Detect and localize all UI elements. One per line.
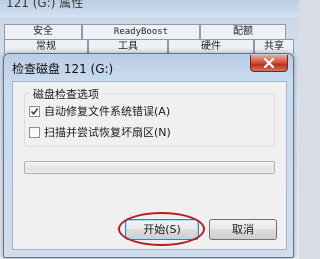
progress-bar	[24, 161, 275, 174]
group-title: 磁盘检查选项	[30, 86, 102, 102]
auto-fix-option[interactable]: 自动修复文件系统错误(A)	[29, 104, 170, 118]
dialog-title: 检查磁盘 121 (G:)	[12, 62, 114, 76]
scan-bad-sectors-checkbox[interactable]	[29, 126, 40, 138]
close-icon	[263, 58, 275, 68]
tab-hardware[interactable]: 硬件	[168, 39, 254, 54]
scan-bad-sectors-option[interactable]: 扫描并尝试恢复坏扇区(N)	[29, 125, 171, 139]
start-button[interactable]: 开始(S)	[125, 219, 199, 240]
properties-tab-row-2: 常规 工具 硬件 共享	[4, 39, 294, 54]
check-disk-dialog: 检查磁盘 121 (G:) 磁盘检查选项 自动修复文件系统错误(A) 扫描并尝试…	[3, 53, 294, 258]
auto-fix-checkbox[interactable]	[29, 105, 40, 117]
scan-bad-sectors-label: 扫描并尝试恢复坏扇区(N)	[44, 126, 171, 139]
tab-readyboost[interactable]: ReadyBoost	[82, 24, 200, 39]
properties-titlebar: 121 (G:) 属性	[0, 0, 299, 17]
properties-tab-row-1: 安全 ReadyBoost 配额	[4, 24, 286, 39]
tab-quota[interactable]: 配额	[200, 24, 286, 39]
tab-tools[interactable]: 工具	[88, 39, 168, 54]
properties-title: 121 (G:) 属性	[6, 0, 84, 10]
tab-sharing[interactable]: 共享	[254, 39, 294, 54]
close-button[interactable]	[250, 55, 288, 72]
auto-fix-label: 自动修复文件系统错误(A)	[44, 105, 171, 118]
dialog-body: 磁盘检查选项 自动修复文件系统错误(A) 扫描并尝试恢复坏扇区(N) 开始(S)…	[12, 81, 287, 250]
tab-security[interactable]: 安全	[4, 24, 82, 39]
disk-check-options-group: 磁盘检查选项 自动修复文件系统错误(A) 扫描并尝试恢复坏扇区(N)	[24, 86, 275, 147]
tab-general[interactable]: 常规	[4, 39, 88, 54]
cancel-button[interactable]: 取消	[209, 219, 277, 240]
checkmark-icon	[30, 107, 39, 115]
